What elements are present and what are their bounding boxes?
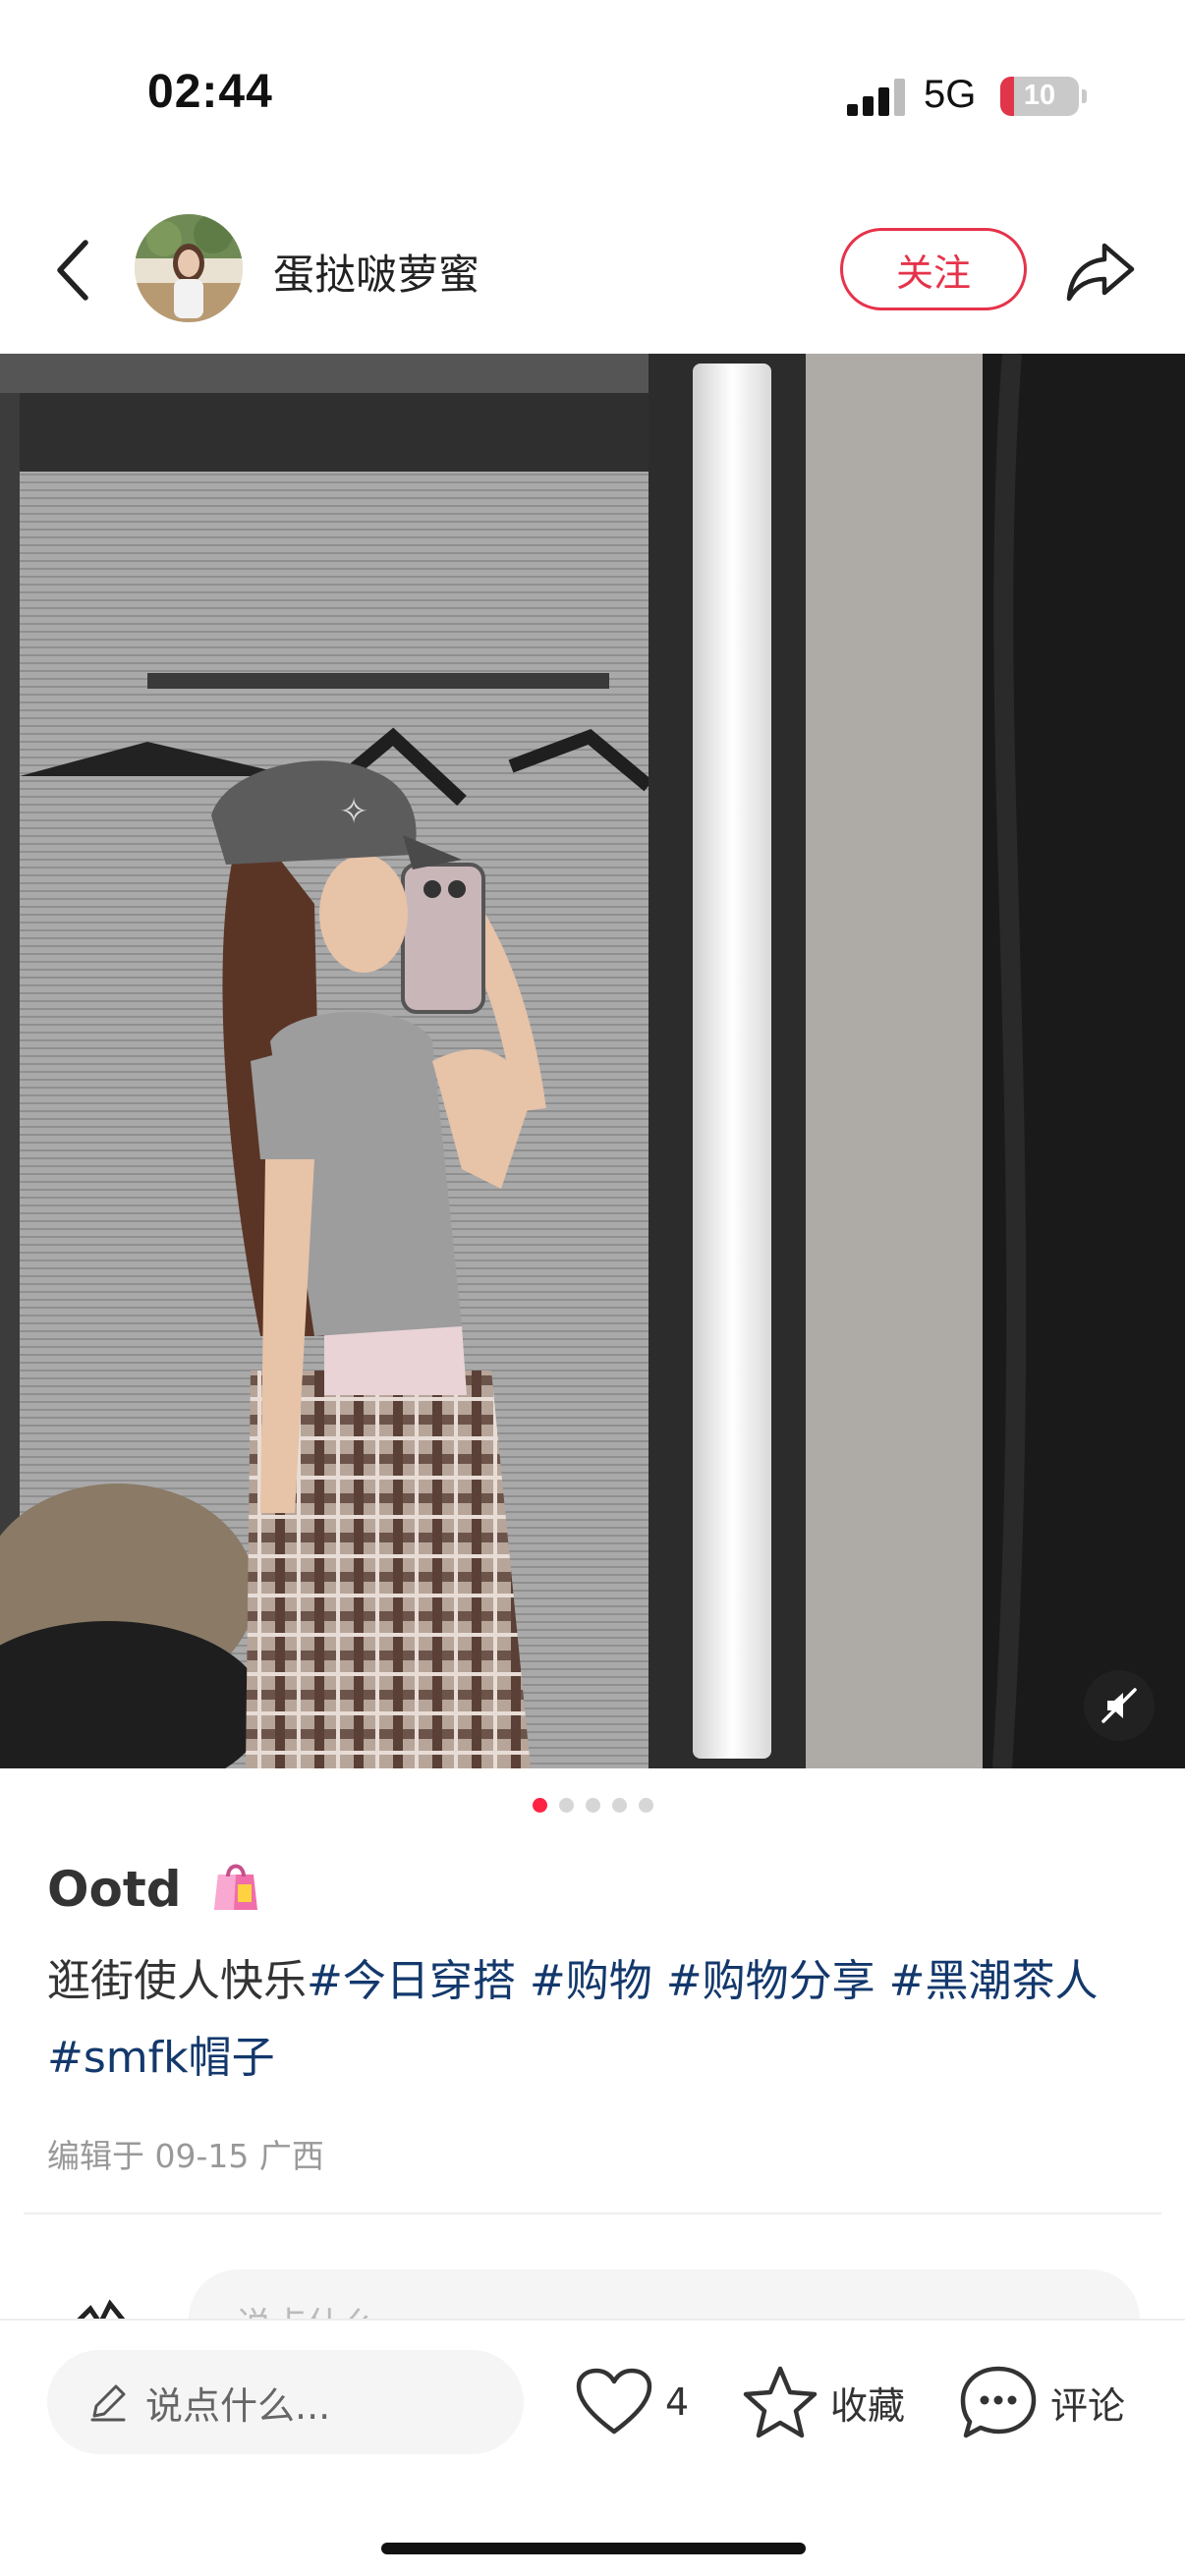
home-indicator[interactable] (381, 2543, 806, 2554)
hashtag-link[interactable]: #购物 (530, 1956, 652, 2006)
comment-composer-input[interactable]: 说点什么 (189, 2269, 1140, 2319)
hashtag-link[interactable]: #smfk帽子 (47, 2033, 275, 2083)
author-avatar[interactable] (135, 214, 243, 322)
status-bar: 02:44 5G 10 (0, 0, 1185, 196)
post-body: 逛街使人快乐#今日穿搭 #购物 #购物分享 #黑潮茶人 #smfk帽子 (47, 1943, 1157, 2097)
screen: 02:44 5G 10 蛋挞啵萝蜜 关注 ✧ Ootd 逛街使人快乐#今日穿搭 … (0, 0, 1185, 2576)
signal-icon (847, 79, 906, 116)
like-count: 4 (665, 2380, 690, 2424)
post-body-text: 逛街使人快乐 (47, 1956, 307, 2006)
star-icon (743, 2366, 818, 2438)
post-photo[interactable]: ✧ (0, 354, 1185, 1768)
author-name[interactable]: 蛋挞啵萝蜜 (273, 242, 480, 302)
svg-text:✧: ✧ (339, 792, 368, 832)
comment-composer-placeholder: 说点什么 (236, 2297, 377, 2319)
follow-button[interactable]: 关注 (840, 228, 1027, 310)
heart-icon (576, 2368, 652, 2435)
battery-level: 10 (1023, 80, 1056, 111)
share-icon (1066, 243, 1135, 302)
mute-button[interactable] (1084, 1670, 1155, 1741)
post-header: 蛋挞啵萝蜜 关注 (0, 196, 1185, 354)
carousel-dot[interactable] (558, 1798, 574, 1813)
carousel-dot[interactable] (532, 1798, 547, 1813)
collect-button[interactable]: 收藏 (742, 2360, 905, 2444)
pencil-icon (90, 2384, 126, 2422)
comment-bubble-icon (960, 2366, 1037, 2438)
comment-button[interactable]: 评论 (958, 2360, 1125, 2444)
bottom-action-bar: 说点什么... 4 收藏 评论 (0, 2319, 1185, 2576)
carousel-indicator (0, 1798, 1185, 1813)
post-title: Ootd (47, 1855, 265, 1918)
comment-input[interactable]: 说点什么... (47, 2350, 524, 2454)
back-button[interactable] (39, 231, 108, 309)
collect-label: 收藏 (830, 2383, 906, 2428)
shopping-bag-icon (213, 1864, 257, 1910)
network-type: 5G (924, 73, 977, 116)
divider (24, 2212, 1161, 2214)
battery-icon: 10 (1000, 77, 1087, 116)
user-avatar (77, 2299, 126, 2319)
like-button[interactable]: 4 (575, 2360, 689, 2444)
hashtag-link[interactable]: #购物分享 (666, 1956, 875, 2006)
comment-label: 评论 (1050, 2383, 1126, 2428)
mute-icon (1101, 1688, 1137, 1723)
carousel-dot[interactable] (611, 1798, 627, 1813)
comment-input-placeholder: 说点什么... (145, 2383, 331, 2428)
comment-composer-peek: 说点什么 (0, 2260, 1185, 2319)
back-arrow-icon (57, 240, 88, 301)
status-time: 02:44 (147, 66, 273, 118)
hashtag-link[interactable]: #黑潮茶人 (889, 1956, 1099, 2006)
carousel-dot[interactable] (638, 1798, 653, 1813)
post-title-text: Ootd (47, 1861, 182, 1918)
carousel-dot[interactable] (585, 1798, 600, 1813)
share-button[interactable] (1061, 232, 1140, 310)
post-meta: 编辑于 09-15 广西 (47, 2137, 324, 2175)
hashtag-link[interactable]: #今日穿搭 (307, 1956, 516, 2006)
